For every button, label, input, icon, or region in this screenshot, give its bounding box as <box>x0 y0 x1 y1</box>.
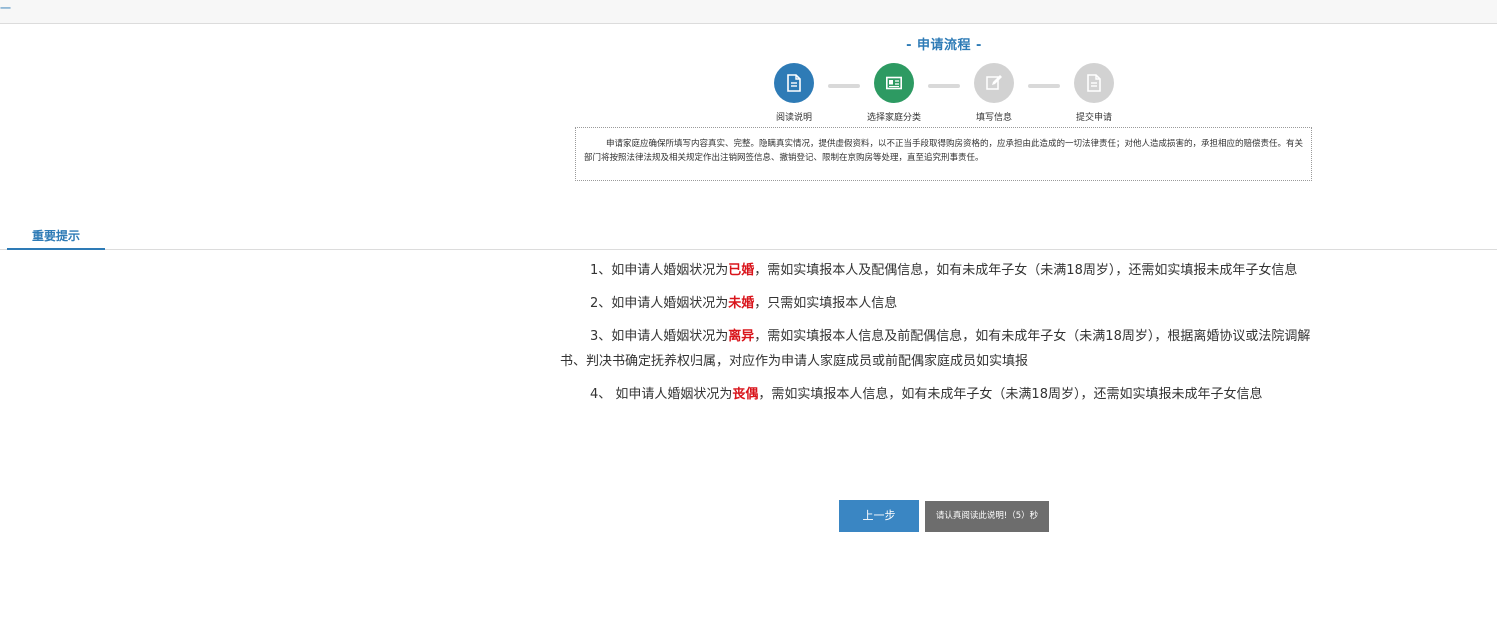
previous-step-button[interactable]: 上一步 <box>839 500 919 532</box>
edit-icon <box>974 63 1014 103</box>
tip-text: 4、 如申请人婚姻状况为 <box>590 387 733 402</box>
tip-text: ，只需如实填报本人信息 <box>754 296 898 311</box>
tab-bar: 重要提示 <box>0 227 1497 250</box>
legal-notice: 申请家庭应确保所填写内容真实、完整。隐瞒真实情况，提供虚假资料，以不正当手段取得… <box>575 127 1312 181</box>
tip-text: 1、如申请人婚姻状况为 <box>590 263 729 278</box>
step-select-family-category: 选择家庭分类 <box>849 63 939 123</box>
top-bar: 一 <box>0 0 1497 24</box>
top-bar-mark: 一 <box>0 2 11 15</box>
marriage-status-tips: 1、如申请人婚姻状况为已婚，需如实填报本人及配偶信息，如有未成年子女（未满18周… <box>560 258 1328 415</box>
step-label: 阅读说明 <box>775 113 812 123</box>
tip-highlight: 未婚 <box>728 296 755 311</box>
tip-highlight: 离异 <box>728 329 755 344</box>
tip-text: ，需如实填报本人信息，如有未成年子女（未满18周岁），还需如实填报未成年子女信息 <box>758 387 1263 402</box>
read-countdown-button[interactable]: 请认真阅读此说明!（5）秒 <box>925 501 1049 532</box>
step-submit-application: 提交申请 <box>1049 63 1139 123</box>
tip-item: 1、如申请人婚姻状况为已婚，需如实填报本人及配偶信息，如有未成年子女（未满18周… <box>560 258 1328 283</box>
tip-text: ，需如实填报本人及配偶信息，如有未成年子女（未满18周岁），还需如实填报未成年子… <box>754 263 1298 278</box>
id-card-icon <box>874 63 914 103</box>
step-label: 填写信息 <box>975 113 1012 123</box>
step-label: 提交申请 <box>1075 113 1112 123</box>
tip-item: 2、如申请人婚姻状况为未婚，只需如实填报本人信息 <box>560 291 1328 316</box>
step-read-instructions: 阅读说明 <box>749 63 839 123</box>
step-label: 选择家庭分类 <box>866 113 921 123</box>
tip-highlight: 丧偶 <box>732 387 759 402</box>
tip-text: 3、如申请人婚姻状况为 <box>590 329 729 344</box>
document-icon <box>774 63 814 103</box>
document-icon <box>1074 63 1114 103</box>
tab-important-tips[interactable]: 重要提示 <box>7 227 105 250</box>
tip-highlight: 已婚 <box>728 263 755 278</box>
flow-title: - 申请流程 - <box>906 38 982 53</box>
step-fill-information: 填写信息 <box>949 63 1039 123</box>
tip-text: 2、如申请人婚姻状况为 <box>590 296 729 311</box>
tip-item: 4、 如申请人婚姻状况为丧偶，需如实填报本人信息，如有未成年子女（未满18周岁）… <box>560 382 1328 407</box>
tip-item: 3、如申请人婚姻状况为离异，需如实填报本人信息及前配偶信息，如有未成年子女（未满… <box>560 324 1328 374</box>
